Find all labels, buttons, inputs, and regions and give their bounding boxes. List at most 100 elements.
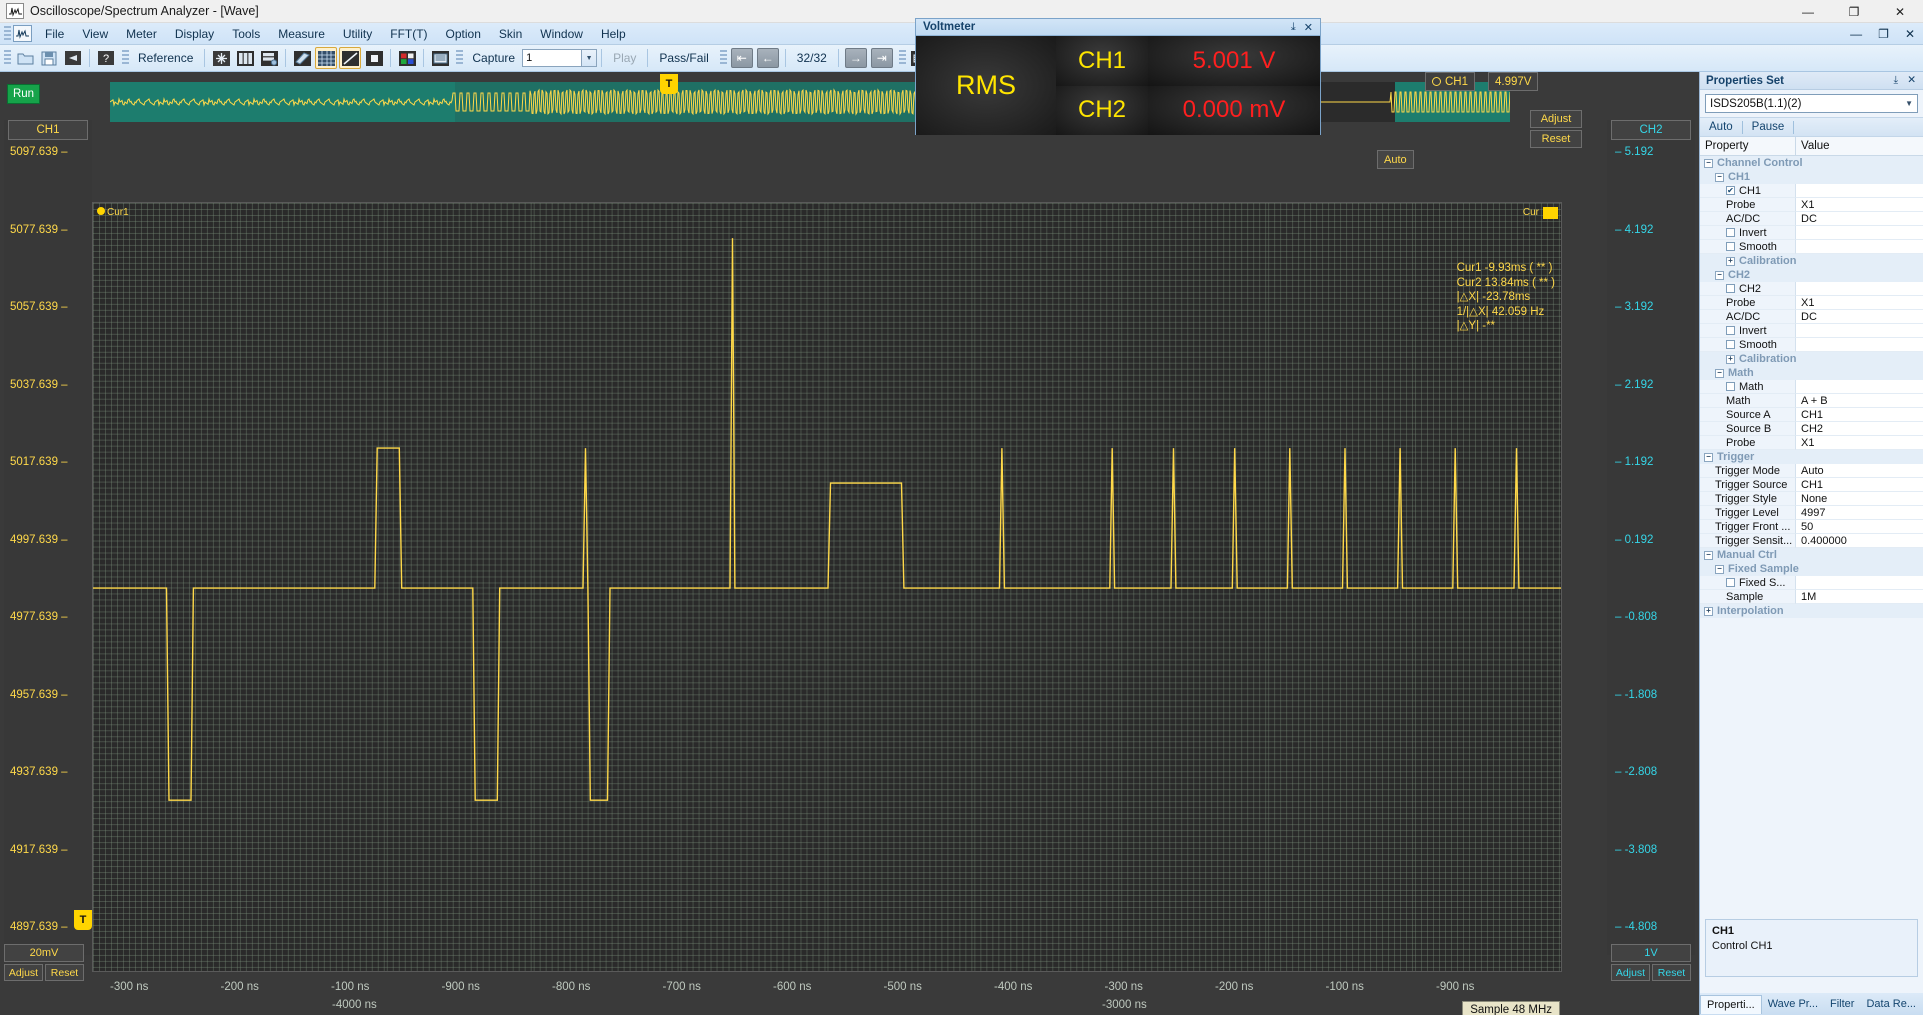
expander-icon[interactable]: + <box>1704 606 1713 616</box>
properties-close-icon[interactable]: ✕ <box>1907 74 1916 87</box>
property-row-fixed-s[interactable]: Fixed S... <box>1700 576 1923 590</box>
table-view-button[interactable] <box>258 47 280 69</box>
waveform-plot[interactable]: Cur1 Cur Cur1 -9.93ms ( ** ) Cur2 13.84m… <box>92 202 1562 972</box>
property-row-invert[interactable]: Invert <box>1700 226 1923 240</box>
menu-item-meter[interactable]: Meter <box>117 24 166 44</box>
property-row-calibration[interactable]: + Calibration <box>1700 352 1923 366</box>
toolbar-grip-3[interactable] <box>456 50 464 66</box>
menu-item-display[interactable]: Display <box>166 24 223 44</box>
menu-item-tools[interactable]: Tools <box>223 24 269 44</box>
properties-tab-1[interactable]: Wave Pr... <box>1762 995 1824 1013</box>
menu-item-file[interactable]: File <box>36 24 73 44</box>
voltmeter-window[interactable]: Voltmeter ⤓ ✕ RMS CH1 5.001 V CH2 0.000 mV <box>915 18 1321 135</box>
property-row-math[interactable]: Math A + B <box>1700 394 1923 408</box>
auto-button[interactable]: Auto <box>1377 150 1414 169</box>
ch2-axis-reset-button[interactable]: Reset <box>1652 964 1691 981</box>
maximize-button[interactable]: ❐ <box>1831 0 1877 23</box>
property-value[interactable]: 4997 <box>1796 506 1923 520</box>
expander-icon[interactable]: − <box>1715 172 1724 182</box>
expander-icon[interactable]: − <box>1715 564 1724 574</box>
checkbox-ch1[interactable]: ✔ <box>1726 186 1735 195</box>
checkbox-fixed-s[interactable] <box>1726 578 1735 587</box>
property-row-probe[interactable]: Probe X1 <box>1700 198 1923 212</box>
expander-icon[interactable]: − <box>1704 452 1713 462</box>
checkbox-smooth[interactable] <box>1726 340 1735 349</box>
color-palette-button[interactable] <box>396 47 418 69</box>
property-row-source-a[interactable]: Source A CH1 <box>1700 408 1923 422</box>
property-row-interpolation[interactable]: + Interpolation <box>1700 604 1923 618</box>
property-value[interactable]: X1 <box>1796 296 1923 310</box>
cursor2-handle[interactable] <box>1543 207 1558 219</box>
passfail-button[interactable]: Pass/Fail <box>652 51 715 65</box>
property-row-source-b[interactable]: Source B CH2 <box>1700 422 1923 436</box>
overview-trigger-marker[interactable]: T <box>660 74 678 94</box>
property-row-sample[interactable]: Sample 1M <box>1700 590 1923 604</box>
menu-grip[interactable] <box>4 25 11 42</box>
mdi-close-button[interactable]: ✕ <box>1897 27 1923 41</box>
ch1-volts-per-div[interactable]: 20mV <box>4 944 84 962</box>
property-row-probe[interactable]: Probe X1 <box>1700 296 1923 310</box>
property-row-ch1[interactable]: − CH1 <box>1700 170 1923 184</box>
checkbox-invert[interactable] <box>1726 326 1735 335</box>
property-row-calibration[interactable]: + Calibration <box>1700 254 1923 268</box>
menu-item-view[interactable]: View <box>73 24 117 44</box>
ch1-badge[interactable]: CH1 <box>1425 72 1476 91</box>
property-row-trigger-style[interactable]: Trigger Style None <box>1700 492 1923 506</box>
device-select[interactable]: ISDS205B(1.1)(2) ▼ <box>1705 94 1918 113</box>
expander-icon[interactable]: − <box>1704 158 1713 168</box>
property-row-math[interactable]: Math <box>1700 380 1923 394</box>
property-row-probe[interactable]: Probe X1 <box>1700 436 1923 450</box>
ch2-volts-per-div[interactable]: 1V <box>1611 944 1691 962</box>
property-value[interactable] <box>1796 226 1923 240</box>
property-value[interactable]: X1 <box>1796 436 1923 450</box>
right-axis-header[interactable]: CH2 <box>1611 120 1691 140</box>
property-value[interactable]: CH2 <box>1796 422 1923 436</box>
property-row-smooth[interactable]: Smooth <box>1700 240 1923 254</box>
ch1-adjust-button[interactable]: Adjust <box>1530 110 1582 128</box>
menu-item-option[interactable]: Option <box>437 24 490 44</box>
properties-pause-button[interactable]: Pause <box>1743 121 1794 133</box>
property-value[interactable] <box>1796 240 1923 254</box>
property-row-trigger-front[interactable]: Trigger Front ... 50 <box>1700 520 1923 534</box>
mdi-maximize-button[interactable]: ❐ <box>1870 27 1897 41</box>
menu-item-skin[interactable]: Skin <box>490 24 531 44</box>
print-button[interactable] <box>429 47 451 69</box>
toolbar-grip-2[interactable] <box>122 50 129 66</box>
play-button[interactable]: Play <box>606 51 643 65</box>
property-row-ch2[interactable]: CH2 <box>1700 282 1923 296</box>
ch1-axis-reset-button[interactable]: Reset <box>45 964 84 981</box>
property-row-manual-ctrl[interactable]: − Manual Ctrl <box>1700 548 1923 562</box>
property-row-ch1[interactable]: ✔ CH1 <box>1700 184 1923 198</box>
property-value[interactable] <box>1796 184 1923 198</box>
property-row-trigger-source[interactable]: Trigger Source CH1 <box>1700 478 1923 492</box>
property-row-ch2[interactable]: − CH2 <box>1700 268 1923 282</box>
close-button[interactable]: ✕ <box>1877 0 1923 23</box>
property-value[interactable]: 1M <box>1796 590 1923 604</box>
property-value[interactable]: 0.400000 <box>1796 534 1923 548</box>
toolbar-grip-5[interactable] <box>898 50 906 66</box>
help-button[interactable]: ? <box>95 47 117 69</box>
property-row-channel-control[interactable]: − Channel Control <box>1700 156 1923 170</box>
toolbar-grip-1[interactable] <box>4 50 11 66</box>
property-value[interactable]: Auto <box>1796 464 1923 478</box>
property-value[interactable]: None <box>1796 492 1923 506</box>
menu-item-fft-t[interactable]: FFT(T) <box>381 24 436 44</box>
menu-item-help[interactable]: Help <box>592 24 635 44</box>
undo-button[interactable] <box>62 47 84 69</box>
property-value[interactable]: A + B <box>1796 394 1923 408</box>
expander-icon[interactable]: − <box>1715 368 1724 378</box>
reference-button[interactable]: Reference <box>131 51 200 65</box>
ch2-axis-adjust-button[interactable]: Adjust <box>1611 964 1650 981</box>
save-file-button[interactable] <box>38 47 60 69</box>
left-trigger-marker[interactable]: T <box>74 910 92 930</box>
property-value[interactable] <box>1796 324 1923 338</box>
property-row-fixed-sample[interactable]: − Fixed Sample <box>1700 562 1923 576</box>
property-value[interactable]: DC <box>1796 310 1923 324</box>
property-value[interactable]: X1 <box>1796 198 1923 212</box>
left-axis-header[interactable]: CH1 <box>8 120 88 140</box>
nav-next-button[interactable]: → <box>844 48 867 68</box>
nav-prev-button[interactable]: ← <box>756 48 779 68</box>
checkbox-invert[interactable] <box>1726 228 1735 237</box>
menu-item-window[interactable]: Window <box>531 24 592 44</box>
run-button[interactable]: Run <box>7 84 40 104</box>
